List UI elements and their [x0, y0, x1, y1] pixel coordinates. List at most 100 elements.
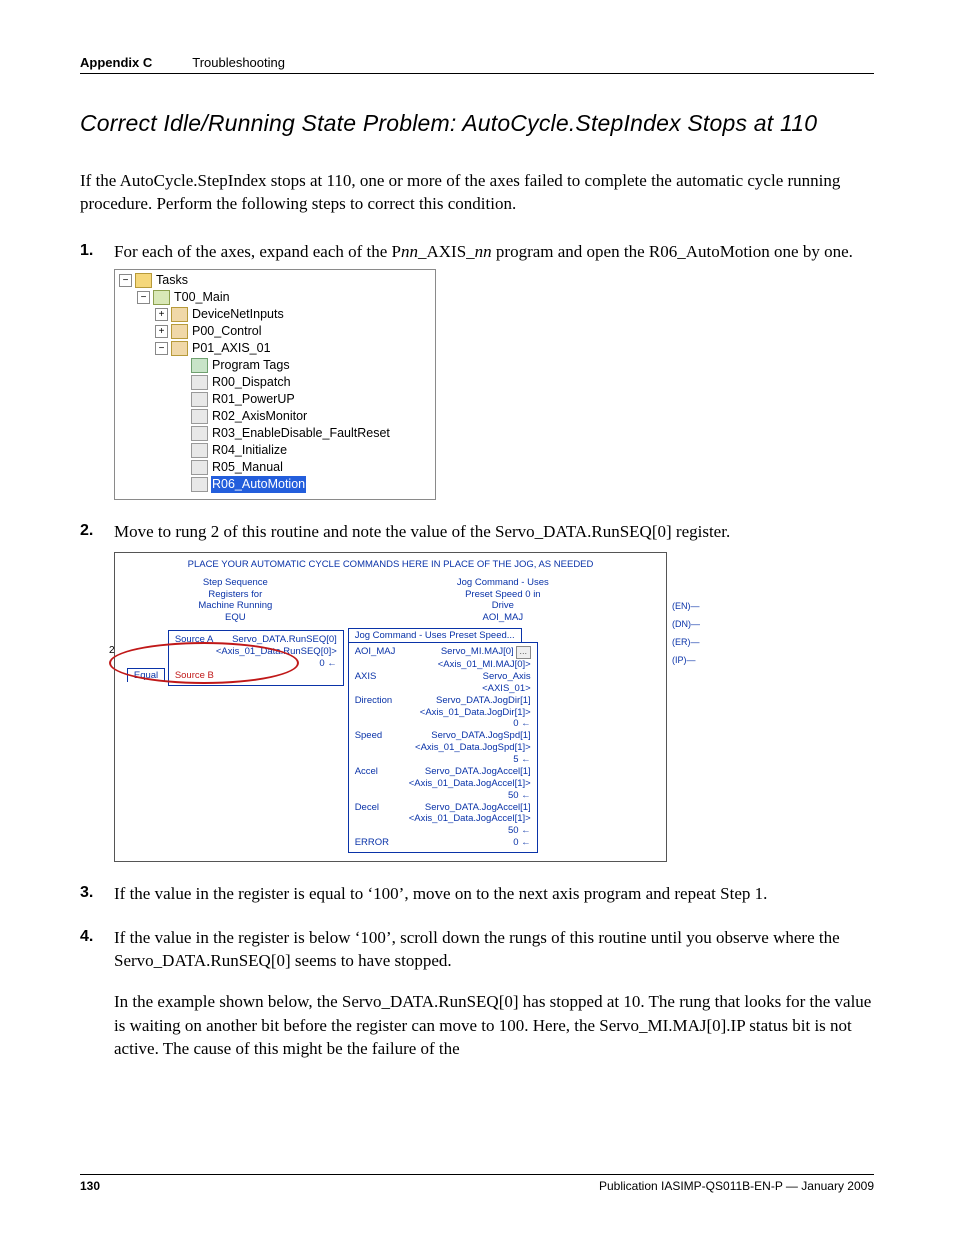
- aoi-dir-sub: <Axis_01_Data.JogDir[1]>: [420, 707, 531, 719]
- aoi-pins: (EN)— (DN)— (ER)— (IP)—: [672, 597, 700, 669]
- tree-routine-r01[interactable]: R01_PowerUP: [119, 391, 431, 408]
- tree-routine-r06[interactable]: R06_AutoMotion: [119, 476, 431, 493]
- page-footer: 130 Publication IASIMP-QS011B-EN-P — Jan…: [80, 1174, 874, 1193]
- tree-item-label: R01_PowerUP: [211, 391, 296, 408]
- page-number: 130: [80, 1179, 100, 1193]
- right-hdr-2: Preset Speed 0 in: [348, 589, 658, 601]
- tree-routine-r00[interactable]: R00_Dispatch: [119, 374, 431, 391]
- aoi-dec-v: Servo_DATA.JogAccel[1]: [425, 802, 531, 814]
- routine-icon: [191, 426, 208, 441]
- header-appendix: Appendix C: [80, 55, 152, 70]
- aoi-spd-v: Servo_DATA.JogSpd[1]: [431, 730, 530, 742]
- right-hdr-1: Jog Command - Uses: [348, 577, 658, 589]
- routine-icon: [191, 477, 208, 492]
- step-1-text-c: program and open the R06_AutoMotion one …: [492, 242, 853, 261]
- tree-root[interactable]: − Tasks: [119, 272, 431, 289]
- equ-srcA-sub: <Axis_01_Data.RunSEQ[0]>: [216, 646, 337, 658]
- tree-item-label: DeviceNetInputs: [191, 306, 285, 323]
- collapse-icon[interactable]: −: [137, 291, 150, 304]
- aoi-maj-v: Servo_MI.MAJ[0]: [441, 646, 514, 657]
- aoi-dec-val: 50 ←: [508, 825, 531, 837]
- tree-item-label-selected: R06_AutoMotion: [211, 476, 306, 493]
- step-1-text-a: For each of the axes, expand each of the…: [114, 242, 401, 261]
- step-4-para2: In the example shown below, the Servo_DA…: [114, 992, 871, 1058]
- header-rule: [80, 73, 874, 74]
- pin-en: (EN)—: [672, 597, 700, 615]
- tree-routine-r03[interactable]: R03_EnableDisable_FaultReset: [119, 425, 431, 442]
- left-hdr-3: Machine Running: [123, 600, 348, 612]
- aoi-acc-l: Accel: [355, 766, 378, 778]
- pin-dn: (DN)—: [672, 615, 700, 633]
- tree-item-label: R05_Manual: [211, 459, 284, 476]
- collapse-icon[interactable]: −: [119, 274, 132, 287]
- step-1-text-b: _AXIS_: [418, 242, 475, 261]
- aoi-dir-l: Direction: [355, 695, 393, 707]
- tree-routine-r02[interactable]: R02_AxisMonitor: [119, 408, 431, 425]
- aoi-dir-v: Servo_DATA.JogDir[1]: [436, 695, 531, 707]
- aoi-dir-val: 0 ←: [513, 718, 530, 730]
- left-hdr-1: Step Sequence: [123, 577, 348, 589]
- routine-icon: [191, 392, 208, 407]
- aoi-maj-instruction[interactable]: Jog Command - Uses Preset Speed... AOI_M…: [348, 628, 658, 853]
- equ-srcA-value: Servo_DATA.RunSEQ[0]: [232, 634, 337, 646]
- tree-root-label: Tasks: [155, 272, 189, 289]
- aoi-acc-v: Servo_DATA.JogAccel[1]: [425, 766, 531, 778]
- tree-screenshot: − Tasks − T00_Main + DeviceNetInputs: [114, 269, 436, 500]
- tree-item-label: P01_AXIS_01: [191, 340, 272, 357]
- ladder-banner: PLACE YOUR AUTOMATIC CYCLE COMMANDS HERE…: [123, 559, 658, 571]
- page-header: Appendix C Troubleshooting: [80, 55, 874, 70]
- tags-icon: [191, 358, 208, 373]
- tree-item-label: R03_EnableDisable_FaultReset: [211, 425, 391, 442]
- pin-er: (ER)—: [672, 633, 700, 651]
- aoi-err-v: 0 ←: [513, 837, 530, 849]
- step-2-text: Move to rung 2 of this routine and note …: [114, 522, 730, 541]
- right-hdr-3: Drive: [348, 600, 658, 612]
- aoi-acc-sub: <Axis_01_Data.JogAccel[1]>: [409, 778, 531, 790]
- aoi-maj-l: AOI_MAJ: [355, 646, 396, 659]
- aoi-axis-v: Servo_Axis: [483, 671, 531, 683]
- ladder-screenshot: 2 PLACE YOUR AUTOMATIC CYCLE COMMANDS HE…: [114, 552, 667, 862]
- collapse-icon[interactable]: −: [155, 342, 168, 355]
- expand-icon[interactable]: +: [155, 308, 168, 321]
- step-1-var2: nn: [475, 242, 492, 261]
- step-4: If the value in the register is below ‘1…: [80, 926, 874, 1061]
- section-title: Correct Idle/Running State Problem: Auto…: [80, 110, 874, 137]
- tree-routine-r05[interactable]: R05_Manual: [119, 459, 431, 476]
- left-equ-cap: EQU: [123, 612, 348, 624]
- step-4-text: If the value in the register is below ‘1…: [114, 928, 840, 970]
- pin-ip: (IP)—: [672, 651, 700, 669]
- tree-task-label: T00_Main: [173, 289, 231, 306]
- equ-srcA-label: Source A: [175, 634, 214, 646]
- step-2: Move to rung 2 of this routine and note …: [80, 520, 874, 862]
- aoi-spd-sub: <Axis_01_Data.JogSpd[1]>: [415, 742, 531, 754]
- equ-instruction[interactable]: Equal Source A Servo_DATA.RunSEQ[0] <Axis…: [127, 630, 344, 686]
- tree-prog-p00control[interactable]: + P00_Control: [119, 323, 431, 340]
- tree-program-tags[interactable]: Program Tags: [119, 357, 431, 374]
- rung-number: 2: [109, 645, 115, 658]
- step-1: For each of the axes, expand each of the…: [80, 240, 874, 500]
- tree-routine-r04[interactable]: R04_Initialize: [119, 442, 431, 459]
- right-aoi-cap: AOI_MAJ: [348, 612, 658, 624]
- task-icon: [153, 290, 170, 305]
- tree-item-label: R04_Initialize: [211, 442, 288, 459]
- ellipsis-button[interactable]: …: [516, 646, 531, 659]
- aoi-axis-sub: <AXIS_01>: [482, 683, 531, 695]
- equ-srcA-val: 0 ←: [319, 658, 336, 670]
- aoi-spd-l: Speed: [355, 730, 382, 742]
- expand-icon[interactable]: +: [155, 325, 168, 338]
- tree-prog-devicenetinputs[interactable]: + DeviceNetInputs: [119, 306, 431, 323]
- program-icon: [171, 324, 188, 339]
- step-3: If the value in the register is equal to…: [80, 882, 874, 905]
- routine-icon: [191, 460, 208, 475]
- aoi-err-l: ERROR: [355, 837, 389, 849]
- equ-title: Equal: [127, 668, 165, 682]
- tree-prog-p01axis01[interactable]: − P01_AXIS_01: [119, 340, 431, 357]
- routine-icon: [191, 443, 208, 458]
- tree-task[interactable]: − T00_Main: [119, 289, 431, 306]
- page: Appendix C Troubleshooting Correct Idle/…: [0, 0, 954, 1235]
- aoi-spd-val: 5 ←: [513, 754, 530, 766]
- program-icon: [171, 307, 188, 322]
- aoi-dec-sub: <Axis_01_Data.JogAccel[1]>: [409, 813, 531, 825]
- tree-item-label: R02_AxisMonitor: [211, 408, 308, 425]
- aoi-dec-l: Decel: [355, 802, 379, 814]
